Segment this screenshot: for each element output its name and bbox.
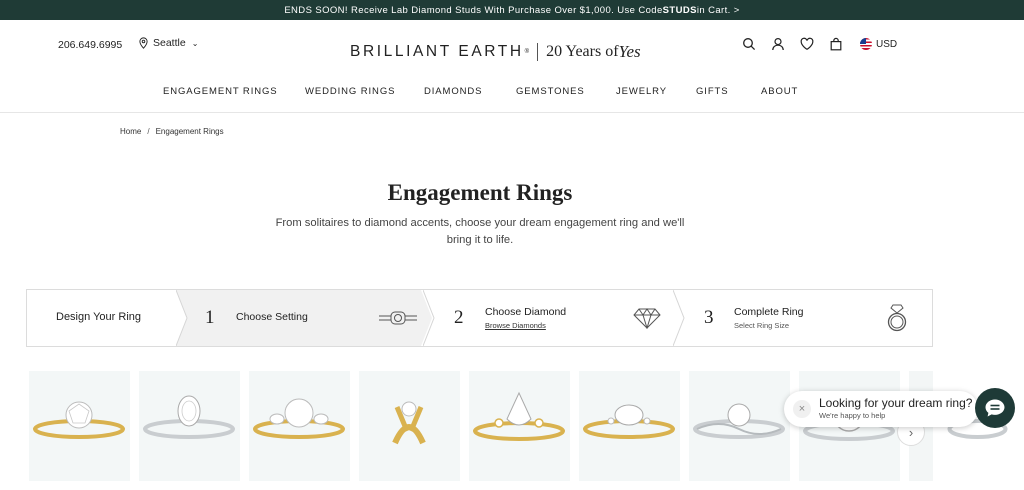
- page-subtitle: From solitaires to diamond accents, choo…: [275, 217, 685, 246]
- search-icon[interactable]: [742, 37, 756, 51]
- main-nav: ENGAGEMENT RINGS WEDDING RINGS DIAMONDS …: [0, 86, 1024, 102]
- chat-subtitle: We're happy to help: [819, 411, 886, 420]
- chat-icon: [985, 399, 1005, 417]
- ring-icon: [887, 304, 907, 332]
- nav-item-about[interactable]: ABOUT: [761, 86, 798, 97]
- location-pin-icon: [139, 37, 148, 49]
- diamond-icon: [633, 308, 661, 329]
- step-number: 1: [205, 307, 215, 328]
- brand-registered-mark: ®: [524, 49, 530, 55]
- close-icon[interactable]: ×: [793, 400, 811, 418]
- brand-logo[interactable]: BRILLIANT EARTH ® 20 Years of Yes: [350, 42, 641, 62]
- chat-title: Looking for your dream ring?: [819, 396, 973, 410]
- nav-item-jewelry[interactable]: JEWELRY: [616, 86, 667, 97]
- product-card[interactable]: [249, 371, 350, 481]
- ring-image: [473, 391, 565, 441]
- step-number: 2: [454, 307, 464, 328]
- ring-setting-icon: [379, 311, 417, 325]
- bag-icon[interactable]: [829, 37, 843, 51]
- location-label: Seattle: [153, 37, 186, 49]
- breadcrumb: Home / Engagement Rings: [120, 127, 224, 136]
- breadcrumb-current: Engagement Rings: [155, 127, 224, 136]
- nav-item-engagement-rings[interactable]: ENGAGEMENT RINGS: [163, 86, 278, 97]
- nav-item-diamonds[interactable]: DIAMONDS: [424, 86, 482, 97]
- currency-selector[interactable]: USD: [860, 38, 897, 50]
- product-card[interactable]: [29, 371, 130, 481]
- breadcrumb-home[interactable]: Home: [120, 127, 141, 136]
- product-card[interactable]: [139, 371, 240, 481]
- ring-image: [143, 395, 235, 439]
- ring-image: [693, 403, 785, 439]
- ring-image: [583, 404, 675, 439]
- step-title: Complete Ring: [734, 306, 804, 318]
- nav-item-gifts[interactable]: GIFTS: [696, 86, 728, 97]
- promo-text-end: in Cart. >: [696, 4, 740, 16]
- step-design-label: Design Your Ring: [56, 311, 142, 323]
- product-card[interactable]: [579, 371, 680, 481]
- product-card[interactable]: [359, 371, 460, 481]
- user-icon[interactable]: [771, 37, 785, 51]
- header-actions: USD: [742, 37, 897, 51]
- step-subtitle: Select Ring Size: [734, 321, 790, 330]
- brand-tagline: 20 Years of: [546, 43, 619, 60]
- chevron-down-icon: ⌄: [191, 38, 199, 48]
- currency-label: USD: [876, 38, 898, 50]
- chat-prompt[interactable]: × Looking for your dream ring? We're hap…: [784, 391, 978, 427]
- promo-code: STUDS: [662, 4, 697, 16]
- step-title: Choose Diamond: [485, 306, 567, 318]
- site-header: 206.649.6995 Seattle ⌄ BRILLIANT EARTH ® …: [0, 20, 1024, 113]
- browse-diamonds-link[interactable]: Browse Diamonds: [485, 321, 546, 330]
- brand-divider: [537, 43, 539, 61]
- brand-name: BRILLIANT EARTH: [350, 43, 524, 60]
- step-divider: [176, 290, 188, 346]
- product-card[interactable]: [469, 371, 570, 481]
- nav-item-gemstones[interactable]: GEMSTONES: [516, 86, 585, 97]
- us-flag-icon: [860, 38, 872, 50]
- ring-image: [33, 401, 125, 439]
- step-title: Choose Setting: [236, 311, 308, 323]
- step-divider: [673, 290, 685, 346]
- chat-button[interactable]: [975, 388, 1015, 428]
- brand-tagline-yes: Yes: [618, 42, 641, 61]
- nav-item-wedding-rings[interactable]: WEDDING RINGS: [305, 86, 395, 97]
- step-divider: [423, 290, 435, 346]
- location-selector[interactable]: Seattle ⌄: [138, 37, 198, 49]
- ring-image: [392, 401, 426, 445]
- step-number: 3: [704, 307, 714, 328]
- heart-icon[interactable]: [800, 37, 814, 51]
- ring-image: [253, 398, 345, 439]
- page-title: Engagement Rings: [387, 180, 573, 205]
- ring-builder-steps: Design Your Ring 1 Choose Setting 2 Choo…: [26, 289, 933, 347]
- breadcrumb-separator: /: [147, 127, 150, 136]
- product-card[interactable]: [689, 371, 790, 481]
- promo-banner[interactable]: ENDS SOON! Receive Lab Diamond Studs Wit…: [0, 0, 1024, 20]
- phone-number[interactable]: 206.649.6995: [58, 39, 122, 51]
- promo-text: ENDS SOON! Receive Lab Diamond Studs Wit…: [284, 4, 663, 16]
